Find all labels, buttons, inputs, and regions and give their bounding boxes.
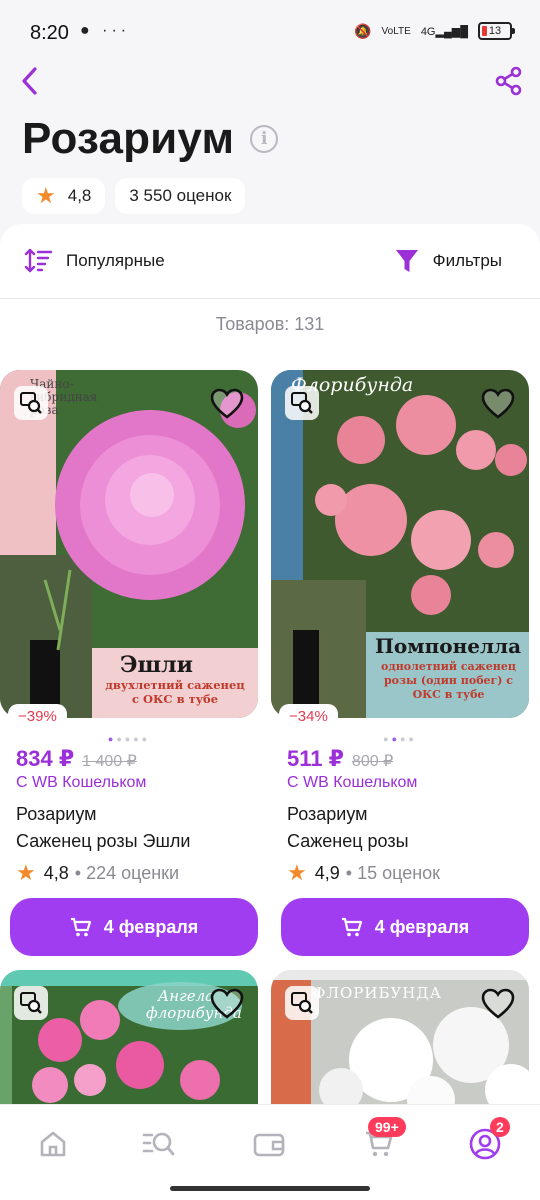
sort-button[interactable]: Популярные xyxy=(24,248,165,274)
wallet-note: С WB Кошельком xyxy=(287,774,418,791)
old-price: 800 ₽ xyxy=(351,753,394,770)
star-icon: ★ xyxy=(16,860,36,885)
product-name: Саженец розы Эшли xyxy=(16,831,191,851)
product-image[interactable]: Флорибунда Помпонелла однолетний саженец… xyxy=(271,370,529,718)
old-price: 1 400 ₽ xyxy=(82,753,137,770)
back-arrow-icon xyxy=(22,67,37,95)
share-button[interactable] xyxy=(494,66,524,96)
home-indicator xyxy=(170,1186,370,1191)
product-image[interactable]: Чайно-гибридная роза Эшли двухлетний саж… xyxy=(0,370,258,718)
divider xyxy=(0,298,540,299)
product-grid: Чайно-гибридная роза Эшли двухлетний саж… xyxy=(0,356,540,1106)
image-caption-title: Эшли xyxy=(120,652,193,678)
page-title: Розариум xyxy=(22,114,235,163)
cart-icon xyxy=(70,917,91,937)
image-search-icon[interactable] xyxy=(285,386,319,420)
product-brand: Розариум xyxy=(287,804,368,824)
price: 511 ₽ xyxy=(287,746,344,771)
rating-value: 4,8 xyxy=(67,186,92,205)
volte-icon: VoLTE xyxy=(381,25,411,37)
discount-badge: −34% xyxy=(279,704,338,729)
nav-home[interactable] xyxy=(36,1127,70,1161)
add-to-cart-button[interactable]: 4 февраля xyxy=(10,898,258,956)
product-image[interactable]: Ангела флорибунда xyxy=(0,970,258,1106)
image-pager-dots: ●●●● xyxy=(383,734,417,744)
product-count: Товаров: 131 xyxy=(215,314,325,334)
top-nav xyxy=(0,66,540,102)
catalog-search-icon xyxy=(142,1132,175,1156)
product-brand: Розариум xyxy=(16,804,97,824)
discount-badge: −39% xyxy=(8,704,67,729)
favorite-heart-icon[interactable] xyxy=(481,988,515,1020)
signal-icon: 4G▂▄▆█ xyxy=(420,25,468,38)
battery-icon: 13 xyxy=(478,22,515,40)
filter-label: Фильтры xyxy=(432,251,502,270)
delivery-date: 4 февраля xyxy=(374,916,470,937)
mute-icon: 🔕 xyxy=(354,22,372,39)
image-caption-sub: однолетний саженец розы (один побег) с О… xyxy=(381,660,516,701)
favorite-heart-icon[interactable] xyxy=(210,988,244,1020)
delivery-date: 4 февраля xyxy=(103,916,199,937)
product-rating: ★ 4,9 • 15 оценок xyxy=(287,860,440,886)
star-icon: ★ xyxy=(287,860,307,885)
nav-catalog[interactable] xyxy=(142,1127,176,1161)
rating-chip[interactable]: ★ 4,8 xyxy=(22,178,106,214)
rating-value: 4,8 xyxy=(43,862,69,883)
cart-badge: 99+ xyxy=(368,1117,406,1137)
price: 834 ₽ xyxy=(16,746,75,771)
add-to-cart-button[interactable]: 4 февраля xyxy=(281,898,529,956)
info-icon[interactable]: i xyxy=(250,125,279,153)
image-pager-dots: ●●●●● xyxy=(107,734,151,744)
sort-icon xyxy=(24,248,52,273)
reviews-count: 3 550 оценок xyxy=(129,186,232,205)
profile-badge: 2 xyxy=(490,1117,510,1137)
image-caption-top: ФЛОРИБУНДА xyxy=(313,984,442,1002)
product-name: Саженец розы xyxy=(287,831,409,851)
image-caption-sub: двухлетний саженец с ОКС в тубе xyxy=(105,678,245,707)
favorite-heart-icon[interactable] xyxy=(210,388,244,420)
reviews-chip[interactable]: 3 550 оценок xyxy=(115,178,246,214)
product-count-area: Товаров: 131 xyxy=(0,300,540,356)
cart-icon xyxy=(341,917,362,937)
home-icon xyxy=(40,1131,66,1157)
wallet-icon xyxy=(253,1133,285,1157)
favorite-heart-icon[interactable] xyxy=(481,388,515,420)
notification-icons: ● ··· xyxy=(80,22,131,39)
image-search-icon[interactable] xyxy=(285,986,319,1020)
star-icon: ★ xyxy=(36,183,56,208)
status-indicators: 🔕 VoLTE 4G▂▄▆█ 13 xyxy=(354,22,515,40)
reviews-count: • 224 оценки xyxy=(74,862,180,883)
sort-label: Популярные xyxy=(66,251,165,270)
title-row: Розариум i xyxy=(22,114,279,164)
product-rating: ★ 4,8 • 224 оценки xyxy=(16,860,179,886)
status-time: 8:20 xyxy=(30,22,69,44)
wallet-note: С WB Кошельком xyxy=(16,774,147,791)
image-search-icon[interactable] xyxy=(14,986,48,1020)
image-search-icon[interactable] xyxy=(14,386,48,420)
price-row: 834 ₽ 1 400 ₽ xyxy=(16,746,137,772)
price-row: 511 ₽ 800 ₽ xyxy=(287,746,393,772)
filter-funnel-icon xyxy=(395,250,418,272)
back-button[interactable] xyxy=(16,66,46,96)
status-bar: 8:20 ● ··· 🔕 VoLTE 4G▂▄▆█ 13 xyxy=(0,0,540,66)
share-icon xyxy=(495,66,522,96)
filter-button[interactable]: Фильтры xyxy=(395,248,502,274)
brand-stats: ★ 4,8 3 550 оценок xyxy=(22,178,246,214)
reviews-count: • 15 оценок xyxy=(345,862,441,883)
nav-wallet[interactable] xyxy=(252,1127,286,1161)
sort-filter-bar: Популярные Фильтры xyxy=(0,224,540,300)
product-image[interactable]: ФЛОРИБУНДА xyxy=(271,970,529,1106)
rating-value: 4,9 xyxy=(314,862,340,883)
battery-level: 13 xyxy=(488,25,502,37)
image-caption-title: Помпонелла xyxy=(375,634,522,658)
